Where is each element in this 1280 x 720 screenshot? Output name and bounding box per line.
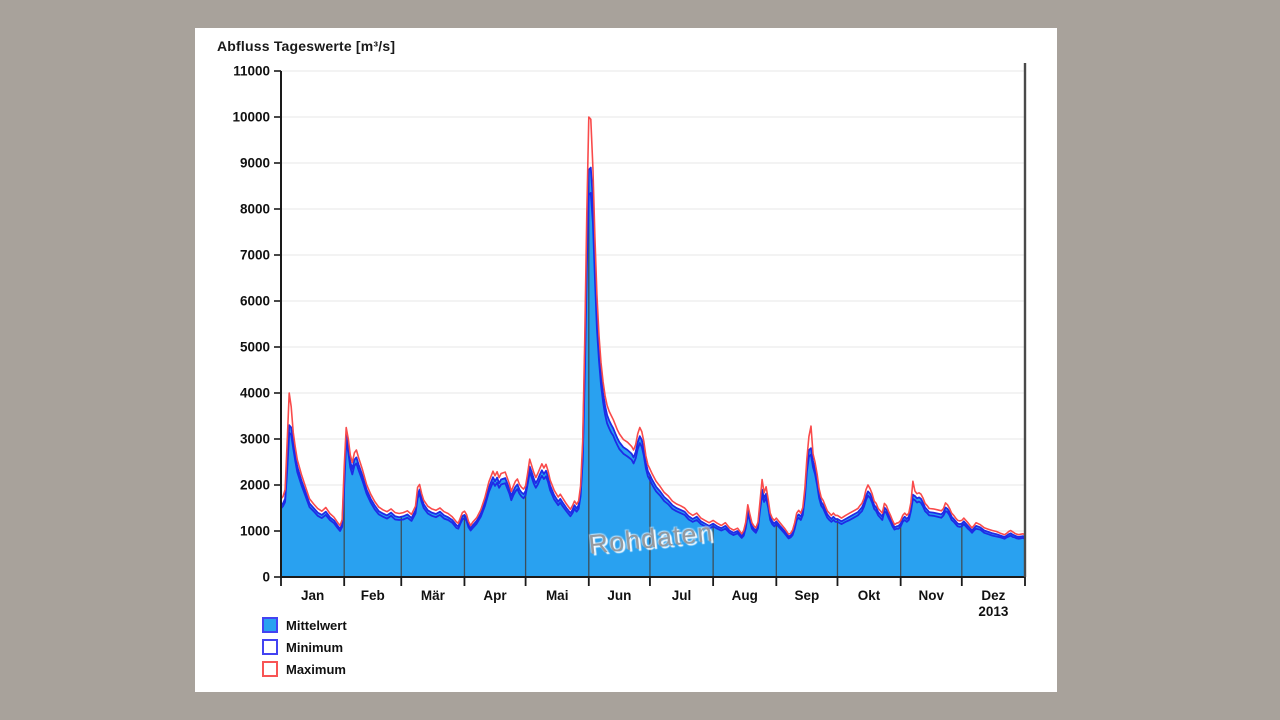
y-tick-label: 8000 bbox=[240, 202, 270, 217]
x-tick-label: Mai bbox=[546, 588, 569, 603]
maximum-swatch-icon bbox=[262, 661, 278, 677]
screenshot-root: { "title": "Abfluss Tageswerte [m³/s]", … bbox=[0, 0, 1280, 720]
mittelwert-area bbox=[281, 168, 1025, 577]
y-tick-label: 2000 bbox=[240, 478, 270, 493]
y-tick-label: 4000 bbox=[240, 386, 270, 401]
x-tick-label: Jun bbox=[607, 588, 631, 603]
chart-panel: Abfluss Tageswerte [m³/s] 01000200030004… bbox=[195, 28, 1057, 692]
legend-label: Mittelwert bbox=[286, 618, 347, 633]
y-tick-label: 10000 bbox=[232, 110, 270, 125]
chart-legend: Mittelwert Minimum Maximum bbox=[262, 614, 347, 680]
x-tick-label: Dez bbox=[981, 588, 1005, 603]
x-tick-label: Aug bbox=[732, 588, 758, 603]
x-tick-label: Nov bbox=[918, 588, 944, 603]
x-tick-label: Jul bbox=[672, 588, 692, 603]
legend-item-minimum: Minimum bbox=[262, 636, 347, 658]
legend-item-mittelwert: Mittelwert bbox=[262, 614, 347, 636]
x-tick-label: Okt bbox=[858, 588, 881, 603]
y-tick-label: 0 bbox=[262, 570, 270, 585]
x-tick-label: Feb bbox=[361, 588, 385, 603]
x-tick-label: Mär bbox=[421, 588, 446, 603]
minimum-swatch-icon bbox=[262, 639, 278, 655]
plot-area: 0 1000 2000 3000 4000 5000 6000 7000 8000 9000 100… bbox=[195, 28, 1057, 692]
y-tick-label: 7000 bbox=[240, 248, 270, 263]
legend-label: Minimum bbox=[286, 640, 343, 655]
mittelwert-swatch-icon bbox=[262, 617, 278, 633]
y-tick-label: 9000 bbox=[240, 156, 270, 171]
y-tick-label: 6000 bbox=[240, 294, 270, 309]
x-tick-label: Sep bbox=[795, 588, 820, 603]
year-label: 2013 bbox=[978, 604, 1009, 619]
legend-item-maximum: Maximum bbox=[262, 658, 347, 680]
x-tick-label: Jan bbox=[301, 588, 324, 603]
discharge-area-chart: 0 1000 2000 3000 4000 5000 6000 7000 8000 9000 100… bbox=[195, 28, 1057, 692]
maximum-line bbox=[281, 117, 1025, 535]
y-tick-label: 3000 bbox=[240, 432, 270, 447]
y-tick-label: 5000 bbox=[240, 340, 270, 355]
x-tick-label: Apr bbox=[483, 588, 507, 603]
y-tick-label: 1000 bbox=[240, 524, 270, 539]
legend-label: Maximum bbox=[286, 662, 346, 677]
y-tick-label: 11000 bbox=[233, 64, 270, 79]
